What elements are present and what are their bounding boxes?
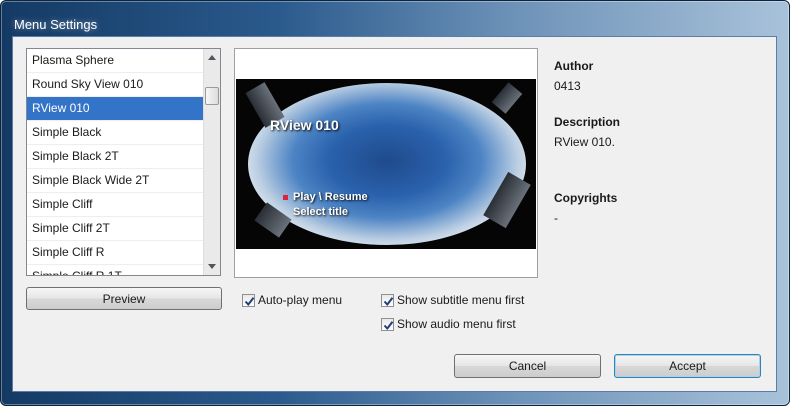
author-value: 0413 — [554, 79, 581, 93]
audio-first-label: Show audio menu first — [397, 317, 516, 331]
list-item-rview-010[interactable]: RView 010 — [27, 97, 204, 121]
menu-preview-frame: RView 010 Play \ Resume Select title — [234, 48, 538, 278]
list-item-simple-cliff[interactable]: Simple Cliff — [27, 193, 204, 217]
subtitle-first-option[interactable]: Show subtitle menu first — [381, 293, 551, 309]
list-item-simple-cliff-r[interactable]: Simple Cliff R — [27, 241, 204, 265]
checkmark-icon — [383, 297, 394, 307]
description-value: RView 010. — [554, 135, 615, 149]
checkmark-icon — [383, 321, 394, 331]
preview-menu-entry-select-title: Select title — [293, 206, 349, 218]
autoplay-checkbox[interactable] — [242, 294, 255, 307]
audio-first-option[interactable]: Show audio menu first — [381, 317, 541, 333]
preview-menu-title: RView 010 — [270, 117, 339, 133]
copyrights-label: Copyrights — [554, 191, 618, 205]
list-item-simple-cliff-2t[interactable]: Simple Cliff 2T — [27, 217, 204, 241]
list-item-round-sky-view-010[interactable]: Round Sky View 010 — [27, 73, 204, 97]
preview-button[interactable]: Preview — [26, 287, 222, 310]
scroll-up-arrow-icon[interactable] — [204, 49, 220, 66]
autoplay-option[interactable]: Auto-play menu — [242, 293, 362, 309]
menu-preview-image: RView 010 Play \ Resume Select title — [236, 79, 536, 249]
description-label: Description — [554, 115, 621, 129]
dialog-client-area: Plasma Sphere Round Sky View 010 RView 0… — [12, 36, 777, 392]
autoplay-label: Auto-play menu — [258, 293, 343, 307]
list-item-simple-black[interactable]: Simple Black — [27, 121, 204, 145]
menu-template-list[interactable]: Plasma Sphere Round Sky View 010 RView 0… — [26, 48, 221, 276]
title-bar[interactable]: Menu Settings — [1, 1, 789, 35]
menu-settings-window: Menu Settings Plasma Sphere Round Sky Vi… — [0, 0, 790, 406]
window-title: Menu Settings — [14, 17, 98, 32]
list-item-simple-black-2t[interactable]: Simple Black 2T — [27, 145, 204, 169]
scroll-thumb[interactable] — [205, 87, 219, 105]
checkmark-icon — [244, 297, 255, 307]
list-item-simple-black-wide-2t[interactable]: Simple Black Wide 2T — [27, 169, 204, 193]
preview-menu-entry-play: Play \ Resume — [293, 191, 368, 203]
author-label: Author — [554, 59, 594, 73]
menu-template-items: Plasma Sphere Round Sky View 010 RView 0… — [27, 49, 204, 275]
selection-bullet-icon — [283, 195, 288, 200]
list-scrollbar[interactable] — [203, 49, 220, 275]
audio-first-checkbox[interactable] — [381, 318, 394, 331]
subtitle-first-checkbox[interactable] — [381, 294, 394, 307]
cancel-button[interactable]: Cancel — [454, 354, 601, 378]
copyrights-value: - — [554, 211, 558, 225]
list-item-simple-cliff-r-1t[interactable]: Simple Cliff R 1T — [27, 265, 204, 275]
list-item-plasma-sphere[interactable]: Plasma Sphere — [27, 49, 204, 73]
scroll-down-arrow-icon[interactable] — [204, 258, 220, 275]
accept-button[interactable]: Accept — [614, 354, 761, 378]
subtitle-first-label: Show subtitle menu first — [397, 293, 525, 307]
building-top-right — [491, 82, 523, 114]
